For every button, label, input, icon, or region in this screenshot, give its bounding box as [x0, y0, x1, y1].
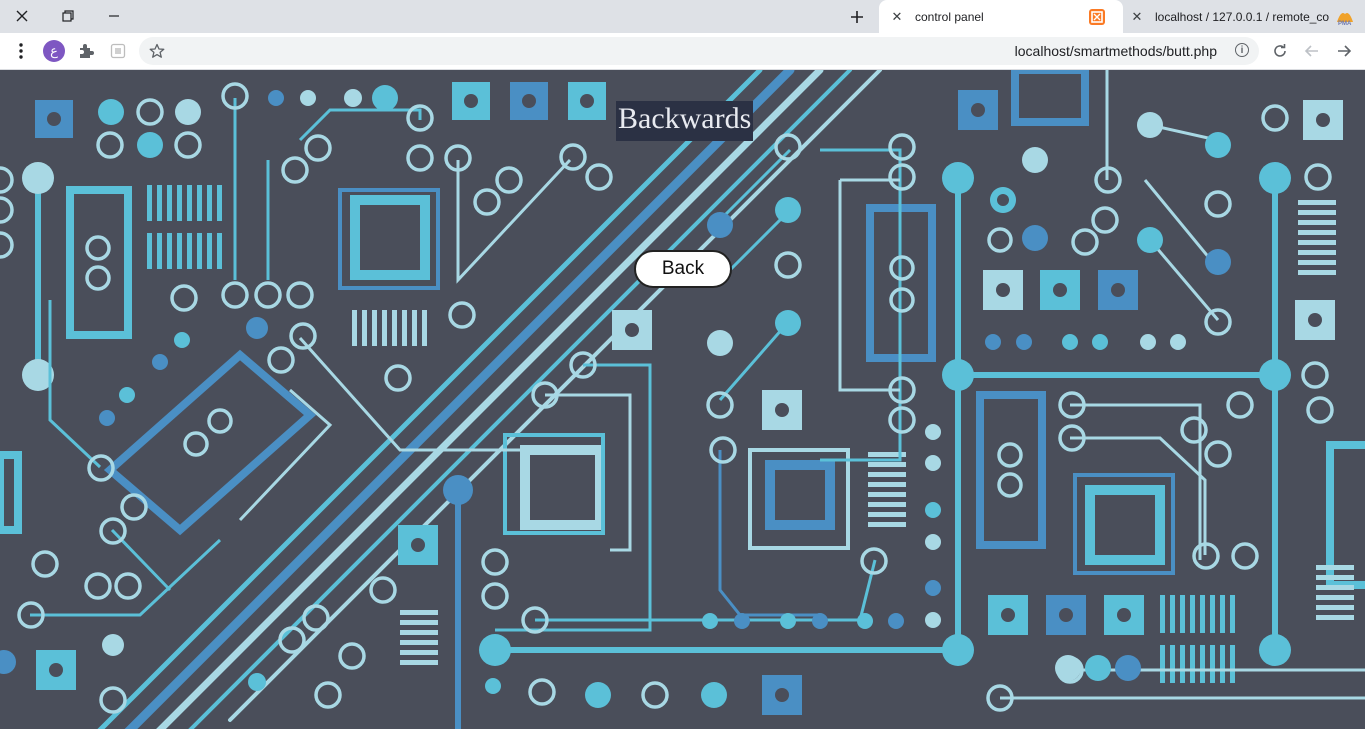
restore-icon — [62, 10, 74, 22]
profile-button[interactable]: ع — [40, 37, 68, 65]
url-text[interactable]: localhost/smartmethods/butt.php — [1015, 37, 1217, 65]
forward-nav-button[interactable] — [1330, 37, 1358, 65]
tab-phpmyadmin[interactable]: ✕ localhost / 127.0.0.1 / remote_co PMA — [1123, 0, 1365, 33]
tab-close-icon[interactable]: ✕ — [889, 9, 905, 25]
arrow-right-icon — [1338, 45, 1352, 57]
bookmark-button[interactable] — [145, 39, 169, 63]
reload-icon — [1274, 44, 1286, 57]
page-content: Backwards Back — [0, 70, 1365, 729]
xampp-favicon-icon — [1089, 9, 1105, 25]
back-nav-button[interactable] — [1298, 37, 1326, 65]
extensions-button[interactable] — [72, 37, 100, 65]
reload-button[interactable] — [1266, 37, 1294, 65]
tab-close-icon[interactable]: ✕ — [1129, 9, 1145, 25]
tab-title: control panel — [915, 9, 984, 24]
tab-control-panel[interactable]: ✕ control panel — [879, 0, 1123, 33]
extension-app-icon — [110, 43, 126, 59]
close-window-button[interactable] — [0, 0, 44, 32]
arrow-left-icon — [1304, 45, 1318, 57]
svg-text:PMA: PMA — [1338, 21, 1352, 26]
kebab-menu-icon — [19, 43, 23, 59]
plus-icon — [851, 11, 863, 23]
new-tab-button[interactable] — [846, 6, 868, 28]
phpmyadmin-favicon-icon: PMA — [1335, 8, 1353, 27]
back-button[interactable]: Back — [634, 250, 732, 288]
tab-strip: ✕ control panel ✕ localhost / 127.0.0.1 … — [0, 0, 1365, 33]
circuit-board-background — [0, 70, 1365, 729]
browser-toolbar: ع localhost/smartmethods/butt.php i — [0, 33, 1365, 70]
star-icon — [149, 43, 165, 58]
address-bar[interactable]: localhost/smartmethods/butt.php i — [139, 37, 1259, 65]
extension-app-button[interactable] — [104, 37, 132, 65]
tab-title: localhost / 127.0.0.1 / remote_co — [1155, 9, 1330, 24]
page-title: Backwards — [616, 101, 754, 141]
restore-window-button[interactable] — [46, 0, 90, 32]
info-icon[interactable]: i — [1235, 43, 1249, 57]
minimize-window-button[interactable] — [92, 0, 136, 32]
minimize-icon — [109, 15, 119, 17]
menu-button[interactable] — [7, 37, 35, 65]
avatar: ع — [43, 40, 65, 62]
close-icon — [16, 10, 28, 22]
puzzle-icon — [80, 44, 94, 58]
